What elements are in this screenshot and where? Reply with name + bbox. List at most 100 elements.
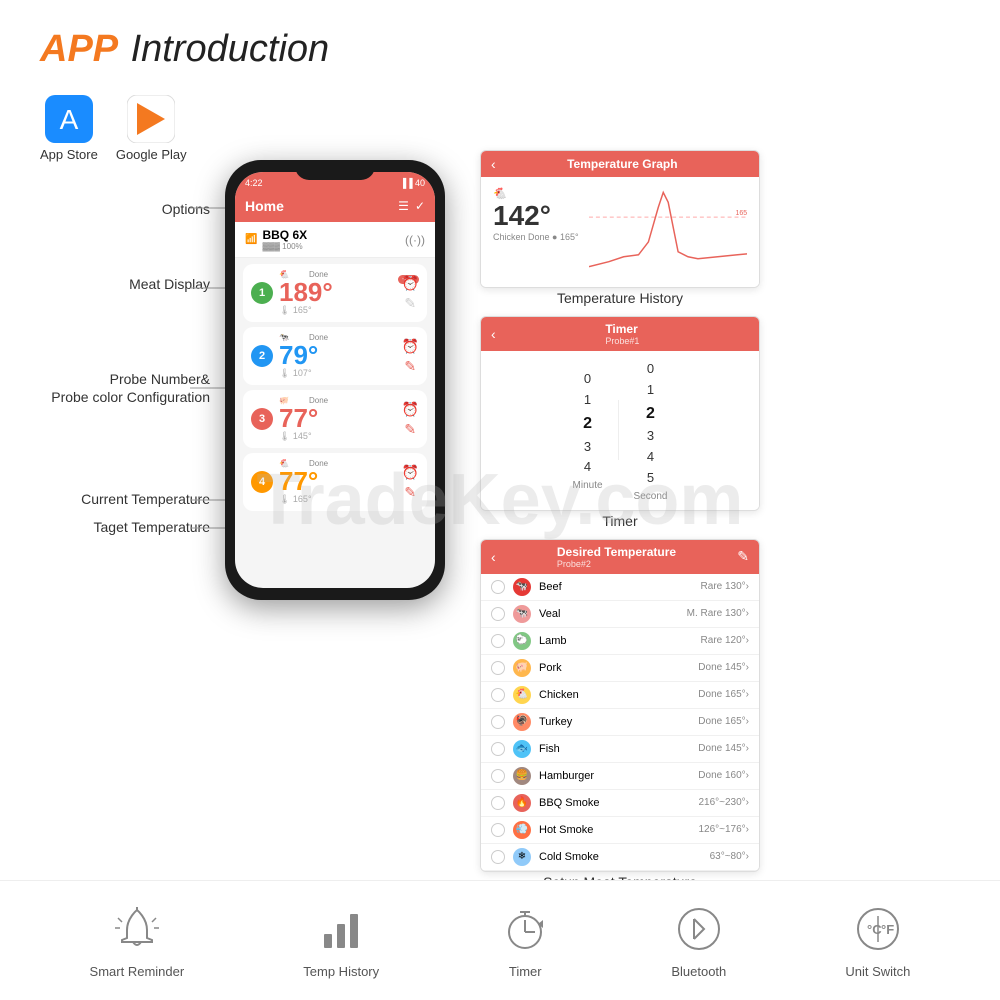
- timer-icon-svg: [500, 904, 550, 954]
- timer-second-col: 0 1 2 3 4 5 Second: [634, 359, 668, 502]
- bottom-bluetooth: Bluetooth: [671, 902, 726, 979]
- timer-second-numbers: 0 1 2 3 4 5: [646, 359, 655, 489]
- temp-graph-header: ‹ Temperature Graph: [481, 151, 759, 177]
- desired-row-lamb[interactable]: 🐑 Lamb Rare 120°›: [481, 628, 759, 655]
- desired-row-chicken[interactable]: 🐔 Chicken Done 165°›: [481, 682, 759, 709]
- connector-lines: [20, 170, 230, 770]
- probe3-target: 🌡 145°: [279, 431, 328, 442]
- bottom-temp-history: Temp History: [303, 902, 379, 979]
- device-battery: ▓▓▓ 100%: [262, 242, 307, 251]
- coldsmoke-val: 63°~80°›: [710, 851, 749, 862]
- svg-text:A: A: [60, 104, 79, 135]
- device-row: 📶 BBQ 6X ▓▓▓ 100% ((·)): [235, 222, 435, 258]
- unit-switch-svg: °C °F: [853, 904, 903, 954]
- bottom-smart-reminder: Smart Reminder: [90, 902, 185, 979]
- desired-row-pork[interactable]: 🐖 Pork Done 145°›: [481, 655, 759, 682]
- app-store-icon: A: [45, 95, 93, 143]
- probe-card-1: 1 🐔 Done 189° 🌡 165° -47°: [243, 264, 427, 322]
- label-probe-config: Probe Number&Probe color Configuration: [51, 370, 210, 406]
- desired-row-beef[interactable]: 🐄 Beef Rare 130°›: [481, 574, 759, 601]
- timer-second-label: Second: [634, 491, 668, 502]
- desired-body: 🐄 Beef Rare 130°› 🐄 Veal M. Rare 130°› 🐑…: [481, 574, 759, 871]
- coldsmoke-name: Cold Smoke: [539, 851, 710, 863]
- phone-notch: [295, 160, 375, 180]
- desired-edit-icon[interactable]: ✎: [737, 548, 749, 565]
- unit-switch-icon: °C °F: [851, 902, 905, 956]
- check-icon[interactable]: ✓: [415, 199, 425, 213]
- desired-check-coldsmoke: [491, 850, 505, 864]
- tg-degree: 142°: [493, 200, 579, 232]
- phone-outer: 4:22 ▐▐ 40 Home ☰ ✓ 📶 BBQ 6X: [225, 160, 445, 600]
- probe4-target: 🌡 165°: [279, 494, 328, 505]
- beef-name: Beef: [539, 581, 701, 593]
- bell-icon-svg: [112, 904, 162, 954]
- probe-num-4: 4: [251, 471, 273, 493]
- fish-val: Done 145°›: [698, 743, 749, 754]
- temp-graph-card: ‹ Temperature Graph 🐔 142° Chicken Done …: [480, 150, 760, 288]
- timer-sec-0: 0: [647, 359, 654, 380]
- desired-row-bbq[interactable]: 🔥 BBQ Smoke 216°~230°›: [481, 790, 759, 817]
- probe1-temp: 189°: [279, 279, 333, 305]
- probe2-edit-icon[interactable]: ✎: [404, 358, 416, 375]
- google-play-icon: [127, 95, 175, 143]
- svg-text:°C: °C: [867, 922, 882, 937]
- desired-row-turkey[interactable]: 🦃 Turkey Done 165°›: [481, 709, 759, 736]
- probe-card-4: 4 🐔 Done 77° 🌡 165° ⏰ ✎: [243, 453, 427, 511]
- hotsmoke-val: 126°~176°›: [698, 824, 749, 835]
- wifi-icon: ((·)): [405, 233, 425, 247]
- probe4-clock-icon[interactable]: ⏰: [402, 464, 419, 481]
- probe3-edit-icon[interactable]: ✎: [404, 421, 416, 438]
- desired-check-veal: [491, 607, 505, 621]
- label-target-temp: Taget Temperature: [94, 518, 210, 538]
- lamb-name: Lamb: [539, 635, 701, 647]
- pork-icon: 🐖: [513, 659, 531, 677]
- veal-icon: 🐄: [513, 605, 531, 623]
- timer-body: 0 1 2 3 4 Minute 0 1 2: [481, 351, 759, 510]
- timer-back[interactable]: ‹: [491, 326, 496, 342]
- desired-check-beef: [491, 580, 505, 594]
- desired-check-pork: [491, 661, 505, 675]
- label-meat-display: Meat Display: [129, 275, 210, 295]
- probe3-clock-icon[interactable]: ⏰: [402, 401, 419, 418]
- probe-num-3: 3: [251, 408, 273, 430]
- timer-title: Timer: [605, 322, 639, 336]
- desired-row-hotsmoke[interactable]: 💨 Hot Smoke 126°~176°›: [481, 817, 759, 844]
- probe-num-1: 1: [251, 282, 273, 304]
- temp-chart-svg: 165°: [589, 187, 747, 277]
- probe4-edit-icon[interactable]: ✎: [404, 484, 416, 501]
- probe3-temp: 77°: [279, 405, 328, 431]
- desired-row-hamburger[interactable]: 🍔 Hamburger Done 160°›: [481, 763, 759, 790]
- desired-row-fish[interactable]: 🐟 Fish Done 145°›: [481, 736, 759, 763]
- timer-sec-3: 3: [647, 426, 654, 447]
- probe2-target: 🌡 107°: [279, 368, 328, 379]
- desired-row-veal[interactable]: 🐄 Veal M. Rare 130°›: [481, 601, 759, 628]
- page-header: APP Introduction: [0, 0, 1000, 81]
- timer-min-3: 3: [584, 437, 591, 458]
- temp-graph-back[interactable]: ‹: [491, 156, 496, 172]
- probe2-clock-icon[interactable]: ⏰: [402, 338, 419, 355]
- google-play-badge[interactable]: Google Play: [116, 95, 187, 162]
- app-store-badge[interactable]: A App Store: [40, 95, 98, 162]
- beef-val: Rare 130°›: [701, 581, 749, 592]
- chicken-val: Done 165°›: [698, 689, 749, 700]
- probe-card-2: 2 🐄 Done 79° 🌡 107° ⏰ ✎: [243, 327, 427, 385]
- device-icon: 📶: [245, 234, 257, 245]
- probe1-clock-icon[interactable]: ⏰: [402, 275, 419, 292]
- veal-name: Veal: [539, 608, 687, 620]
- temp-history-label: Temp History: [303, 964, 379, 979]
- timer-minute-col: 0 1 2 3 4 Minute: [573, 369, 603, 491]
- menu-icon[interactable]: ☰: [398, 199, 409, 213]
- phone-header-title: Home: [245, 198, 284, 214]
- timer-bottom-label: Timer: [509, 964, 542, 979]
- right-panel: ‹ Temperature Graph 🐔 142° Chicken Done …: [450, 150, 980, 770]
- desired-row-coldsmoke[interactable]: ❄ Cold Smoke 63°~80°›: [481, 844, 759, 871]
- timer-sec-4: 4: [647, 447, 654, 468]
- probe1-edit-icon[interactable]: ✎: [404, 295, 416, 312]
- main-content: Options Meat Display Probe Number&Probe …: [0, 170, 1000, 770]
- fish-icon: 🐟: [513, 740, 531, 758]
- pork-val: Done 145°›: [698, 662, 749, 673]
- timer-min-1: 1: [584, 390, 591, 411]
- desired-back[interactable]: ‹: [491, 549, 496, 565]
- timer-card: ‹ Timer Probe#1 0 1 2 3 4: [480, 316, 760, 511]
- desired-check-hotsmoke: [491, 823, 505, 837]
